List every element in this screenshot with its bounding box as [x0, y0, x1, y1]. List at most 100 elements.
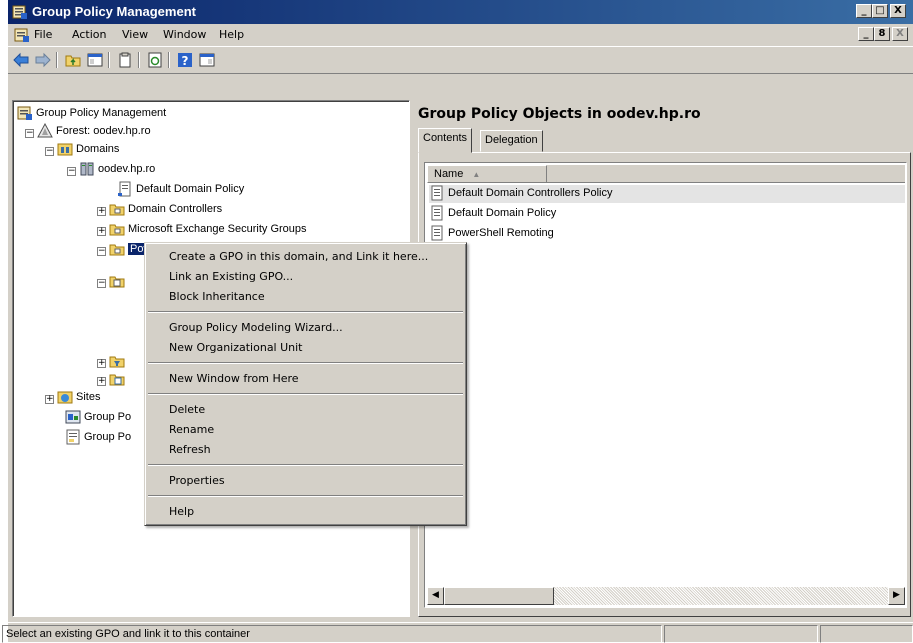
scroll-thumb[interactable]	[444, 587, 554, 605]
forest-icon	[37, 123, 53, 138]
close-button[interactable]: X	[890, 4, 906, 18]
menu-action[interactable]: Action	[72, 28, 106, 41]
mdi-restore-button[interactable]: 8	[874, 27, 890, 41]
toolbar-separator	[138, 52, 140, 68]
status-panel	[664, 625, 818, 643]
menu-item-properties[interactable]: Properties	[169, 471, 225, 491]
wmi-filters-icon	[109, 356, 125, 368]
tree-item-root[interactable]: Group Policy Management	[17, 105, 166, 123]
tree-label: Group Po	[84, 431, 132, 443]
tree-item-gp-results[interactable]: Group Po	[65, 429, 131, 447]
menu-help[interactable]: Help	[219, 28, 244, 41]
clipboard-icon[interactable]	[116, 51, 134, 69]
up-folder-icon[interactable]	[64, 51, 82, 69]
scroll-right-icon[interactable]: ▶	[888, 587, 905, 605]
tree-label: oodev.hp.ro	[98, 163, 156, 175]
tree-item-gp-modeling[interactable]: Group Po	[65, 409, 131, 427]
collapse-toggle[interactable]: −	[25, 129, 34, 138]
refresh-icon[interactable]	[146, 51, 164, 69]
sites-icon	[57, 391, 73, 404]
tree-label: Domain Controllers	[128, 203, 223, 215]
column-label: Name	[434, 168, 464, 180]
status-bar: Select an existing GPO and link it to th…	[2, 622, 913, 643]
list-item[interactable]: Default Domain Controllers Policy	[429, 185, 905, 203]
back-arrow-icon[interactable]	[12, 51, 30, 69]
ou-folder-icon	[109, 224, 125, 236]
list-item[interactable]: Default Domain Policy	[429, 205, 556, 223]
collapse-toggle[interactable]: −	[97, 279, 106, 288]
menu-item-help[interactable]: Help	[169, 502, 194, 522]
gpo-list[interactable]: Name ▲ Default Domain Controllers Policy	[424, 162, 907, 608]
tree-item-domains[interactable]: Domains	[57, 141, 119, 159]
tree-item-forest[interactable]: Forest: oodev.hp.ro	[37, 123, 151, 141]
gp-modeling-icon	[65, 410, 81, 424]
properties-icon[interactable]	[198, 51, 216, 69]
menu-item-new-window[interactable]: New Window from Here	[169, 369, 299, 389]
menu-item-new-ou[interactable]: New Organizational Unit	[169, 338, 303, 358]
collapse-toggle[interactable]: −	[45, 147, 54, 156]
help-icon[interactable]: ?	[176, 51, 194, 69]
expand-toggle[interactable]: +	[97, 227, 106, 236]
menu-separator	[148, 311, 463, 313]
list-header: Name ▲	[427, 165, 905, 183]
gpo-link-icon	[118, 181, 131, 197]
horizontal-scrollbar[interactable]: ◀ ▶	[427, 587, 905, 605]
tree-item-exchange-groups[interactable]: Microsoft Exchange Security Groups	[109, 221, 307, 239]
minimize-button[interactable]: _	[856, 4, 872, 18]
forward-arrow-icon[interactable]	[34, 51, 52, 69]
tree-item-domain[interactable]: oodev.hp.ro	[79, 161, 155, 179]
menu-view[interactable]: View	[122, 28, 148, 41]
list-item-label: Default Domain Controllers Policy	[448, 187, 613, 199]
gpo-container-icon	[109, 276, 125, 288]
gpo-icon	[431, 205, 443, 221]
menu-window[interactable]: Window	[163, 28, 206, 41]
menu-item-link-existing-gpo[interactable]: Link an Existing GPO...	[169, 267, 293, 287]
collapse-toggle[interactable]: −	[97, 247, 106, 256]
title-bar[interactable]: Group Policy Management _ □ X	[8, 0, 913, 24]
gpm-console-icon	[17, 106, 32, 120]
expand-toggle[interactable]: +	[97, 377, 106, 386]
svg-text:?: ?	[182, 54, 189, 68]
mdi-close-button[interactable]: X	[892, 27, 908, 41]
menu-bar: File Action View Window Help _ 8 X	[8, 24, 913, 46]
menu-item-create-link-gpo[interactable]: Create a GPO in this domain, and Link it…	[169, 247, 428, 267]
status-text: Select an existing GPO and link it to th…	[2, 625, 662, 643]
menu-item-delete[interactable]: Delete	[169, 400, 205, 420]
menu-item-refresh[interactable]: Refresh	[169, 440, 211, 460]
menu-item-modeling-wizard[interactable]: Group Policy Modeling Wizard...	[169, 318, 343, 338]
collapse-toggle[interactable]: −	[67, 167, 76, 176]
domain-icon	[80, 162, 94, 176]
tab-contents[interactable]: Contents	[418, 128, 473, 153]
mmc-document-icon[interactable]	[14, 27, 30, 43]
tree-label: Domains	[76, 143, 120, 155]
tree-item-default-domain-policy[interactable]: Default Domain Policy	[117, 181, 244, 199]
menu-item-rename[interactable]: Rename	[169, 420, 214, 440]
show-tree-icon[interactable]	[86, 51, 104, 69]
expand-toggle[interactable]: +	[97, 359, 106, 368]
scroll-left-icon[interactable]: ◀	[427, 587, 444, 605]
tree-label: Forest: oodev.hp.ro	[56, 125, 151, 137]
list-item-label: PowerShell Remoting	[448, 227, 554, 239]
tree-label: Group Policy Management	[36, 107, 167, 119]
menu-file[interactable]: File	[34, 28, 52, 41]
tree-label: Microsoft Exchange Security Groups	[128, 223, 307, 235]
expand-toggle[interactable]: +	[97, 207, 106, 216]
context-menu: Create a GPO in this domain, and Link it…	[144, 242, 467, 526]
gpm-app-icon	[12, 5, 27, 19]
tab-delegation[interactable]: Delegation	[480, 130, 543, 152]
menu-item-block-inheritance[interactable]: Block Inheritance	[169, 287, 265, 307]
starter-gpos-icon	[109, 374, 125, 386]
tree-item-domain-controllers[interactable]: Domain Controllers	[109, 201, 222, 219]
maximize-button[interactable]: □	[872, 4, 888, 18]
toolbar-separator	[108, 52, 110, 68]
list-item-label: Default Domain Policy	[448, 207, 557, 219]
menu-separator	[148, 495, 463, 497]
mdi-minimize-button[interactable]: _	[858, 27, 874, 41]
expand-toggle[interactable]: +	[45, 395, 54, 404]
column-header-name[interactable]: Name ▲	[427, 165, 547, 183]
main-window: Group Policy Management _ □ X File Actio…	[2, 0, 913, 643]
ou-folder-icon	[109, 244, 125, 256]
list-item[interactable]: PowerShell Remoting	[429, 225, 554, 243]
status-panel	[820, 625, 913, 643]
tree-item-sites[interactable]: Sites	[57, 389, 100, 407]
